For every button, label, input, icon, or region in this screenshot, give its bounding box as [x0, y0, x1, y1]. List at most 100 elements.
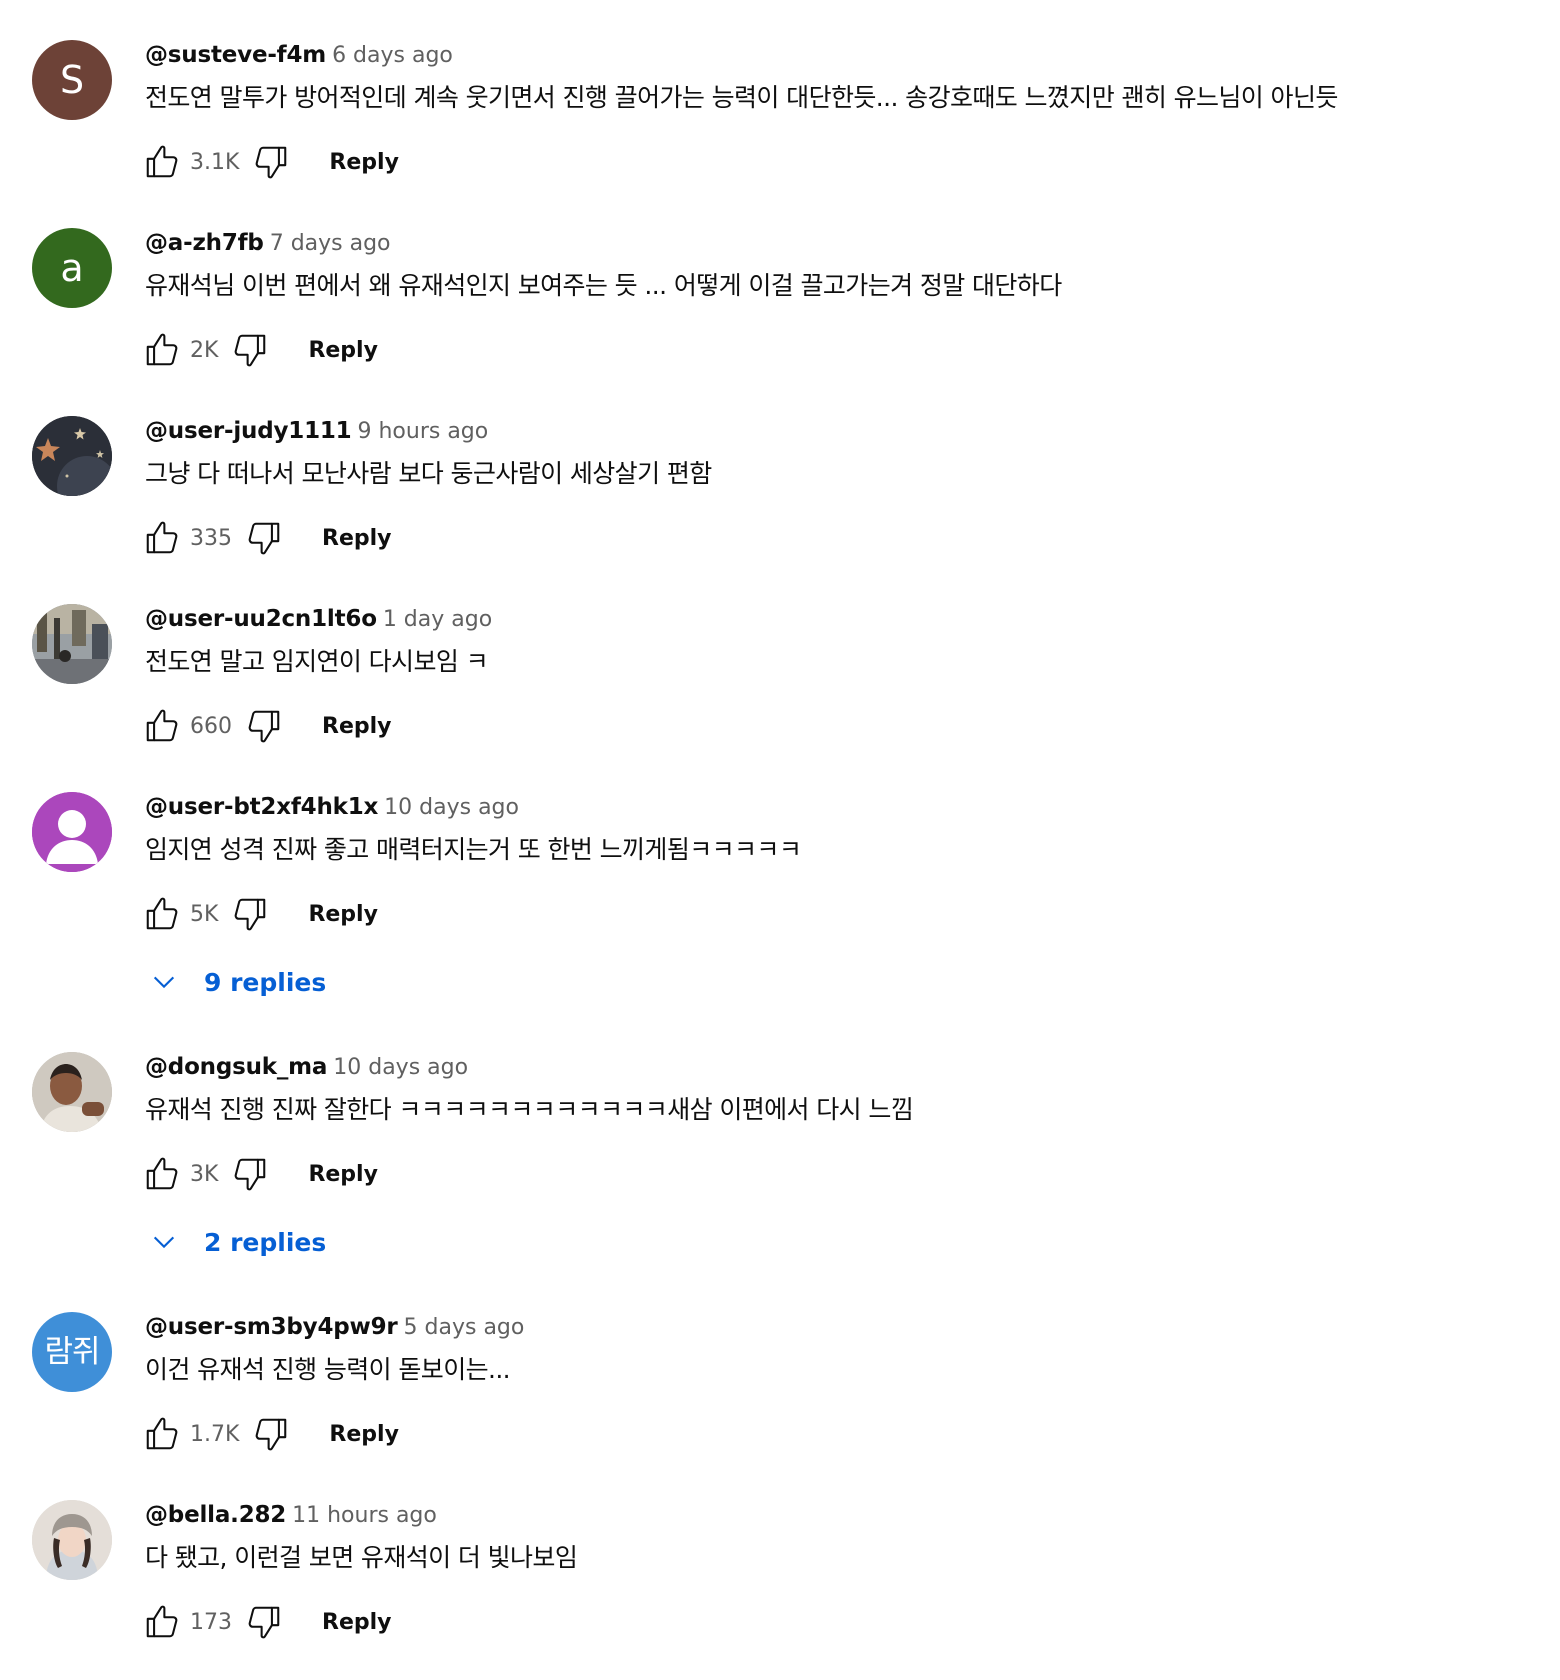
dislike-button[interactable]: [242, 516, 286, 560]
avatar[interactable]: a: [32, 228, 112, 308]
comment-header: @bella.282 11 hours ago: [145, 1498, 437, 1532]
chevron-down-icon: [153, 976, 175, 989]
like-count: 3.1K: [190, 149, 240, 175]
thumb-up-icon: [146, 333, 178, 366]
like-count: 2K: [190, 337, 219, 363]
comment-actions: 2K Reply: [140, 326, 378, 374]
thumb-up-icon: [146, 521, 178, 554]
dislike-button[interactable]: [249, 1412, 293, 1456]
view-replies-button[interactable]: 2 replies: [150, 1220, 326, 1264]
avatar[interactable]: [32, 604, 112, 684]
reply-button[interactable]: Reply: [308, 1162, 378, 1187]
avatar-image: [32, 1500, 112, 1580]
thumb-down-icon: [248, 1606, 280, 1639]
comment-actions: 1.7K Reply: [140, 1410, 399, 1458]
comment-author[interactable]: @user-sm3by4pw9r: [145, 1314, 398, 1340]
thumb-up-icon: [146, 897, 178, 930]
like-button[interactable]: [140, 892, 184, 936]
avatar[interactable]: S: [32, 40, 112, 120]
comment-text: 임지연 성격 진짜 좋고 매력터지는거 또 한번 느끼게됨ㅋㅋㅋㅋㅋ: [145, 835, 802, 864]
thumb-down-icon: [235, 898, 266, 931]
like-button[interactable]: [140, 1600, 184, 1644]
chevron-down-icon: [153, 1236, 175, 1249]
like-button[interactable]: [140, 1412, 184, 1456]
avatar[interactable]: [32, 416, 112, 496]
thumb-down-icon: [235, 1158, 266, 1191]
thumb-down-icon: [256, 1418, 287, 1451]
replies-count-label: 9 replies: [204, 967, 327, 997]
comment-text: 전도연 말투가 방어적인데 계속 웃기면서 진행 끌어가는 능력이 대단한듯..…: [145, 83, 1338, 112]
comment-actions: 335 Reply: [140, 514, 392, 562]
dislike-button[interactable]: [249, 140, 293, 184]
comment-text: 그냥 다 떠나서 모난사람 보다 둥근사람이 세상살기 편함: [145, 459, 712, 488]
reply-button[interactable]: Reply: [329, 1422, 399, 1447]
dislike-button[interactable]: [242, 1600, 286, 1644]
avatar-letter: S: [59, 58, 85, 102]
comment-actions: 5K Reply: [140, 890, 378, 938]
like-count: 5K: [190, 901, 219, 927]
avatar[interactable]: [32, 792, 112, 872]
comment-author[interactable]: @dongsuk_ma: [145, 1054, 327, 1080]
like-button[interactable]: [140, 704, 184, 748]
view-replies-button[interactable]: 9 replies: [150, 960, 326, 1004]
comment-time[interactable]: 11 hours ago: [292, 1503, 437, 1528]
like-count: 335: [190, 525, 232, 551]
avatar-letter: 람쥐: [44, 1333, 100, 1370]
like-button[interactable]: [140, 1152, 184, 1196]
comment-time[interactable]: 9 hours ago: [357, 419, 488, 444]
avatar-image: [32, 416, 112, 496]
reply-button[interactable]: Reply: [308, 338, 378, 363]
reply-button[interactable]: Reply: [322, 526, 392, 551]
dislike-button[interactable]: [228, 328, 272, 372]
comment-author[interactable]: @bella.282: [145, 1502, 286, 1528]
comment-time[interactable]: 6 days ago: [332, 43, 453, 68]
comment-author[interactable]: @user-judy1111: [145, 418, 352, 444]
reply-button[interactable]: Reply: [322, 1610, 392, 1635]
dislike-button[interactable]: [228, 892, 272, 936]
comment-actions: 3.1K Reply: [140, 138, 399, 186]
like-count: 3K: [190, 1161, 219, 1187]
avatar[interactable]: 람쥐: [32, 1312, 112, 1392]
comment-text: 유재석님 이번 편에서 왜 유재석인지 보여주는 듯 ... 어떻게 이걸 끌고…: [145, 271, 1062, 300]
comment-header: @susteve-f4m 6 days ago: [145, 38, 453, 72]
comment-time[interactable]: 5 days ago: [404, 1315, 525, 1340]
comment-time[interactable]: 7 days ago: [270, 231, 391, 256]
reply-button[interactable]: Reply: [322, 714, 392, 739]
replies-count-label: 2 replies: [204, 1227, 327, 1257]
comment-header: @dongsuk_ma 10 days ago: [145, 1050, 468, 1084]
comment-text: 유재석 진행 진짜 잘한다 ㅋㅋㅋㅋㅋㅋㅋㅋㅋㅋㅋㅋ새삼 이편에서 다시 느낌: [145, 1095, 914, 1124]
comment-actions: 660 Reply: [140, 702, 392, 750]
comment-header: @user-judy1111 9 hours ago: [145, 414, 488, 448]
reply-button[interactable]: Reply: [308, 902, 378, 927]
thumb-up-icon: [146, 1605, 178, 1638]
like-button[interactable]: [140, 140, 184, 184]
comment-time[interactable]: 10 days ago: [384, 795, 519, 820]
reply-button[interactable]: Reply: [329, 150, 399, 175]
dislike-button[interactable]: [228, 1152, 272, 1196]
comment-text: 이건 유재석 진행 능력이 돋보이는...: [145, 1355, 511, 1384]
comment-text: 전도연 말고 임지연이 다시보임 ㅋ: [145, 647, 489, 676]
like-count: 1.7K: [190, 1421, 240, 1447]
comment-header: @user-uu2cn1lt6o 1 day ago: [145, 602, 492, 636]
thumb-up-icon: [146, 709, 178, 742]
comment-author[interactable]: @a-zh7fb: [145, 230, 264, 256]
thumb-up-icon: [146, 1157, 178, 1190]
comment-time[interactable]: 10 days ago: [333, 1055, 468, 1080]
comment-author[interactable]: @susteve-f4m: [145, 42, 326, 68]
avatar[interactable]: [32, 1500, 112, 1580]
comment-author[interactable]: @user-uu2cn1lt6o: [145, 606, 377, 632]
thumb-down-icon: [248, 710, 280, 743]
like-count: 173: [190, 1609, 232, 1635]
thumb-down-icon: [256, 146, 287, 179]
comment-actions: 173 Reply: [140, 1598, 392, 1646]
thumb-down-icon: [235, 334, 266, 367]
like-button[interactable]: [140, 328, 184, 372]
avatar[interactable]: [32, 1052, 112, 1132]
comment-author[interactable]: @user-bt2xf4hk1x: [145, 794, 378, 820]
avatar-letter: a: [60, 246, 84, 290]
comment-text: 다 됐고, 이런걸 보면 유재석이 더 빛나보임: [145, 1543, 578, 1572]
thumb-up-icon: [146, 1417, 178, 1450]
dislike-button[interactable]: [242, 704, 286, 748]
like-button[interactable]: [140, 516, 184, 560]
comment-time[interactable]: 1 day ago: [383, 607, 492, 632]
